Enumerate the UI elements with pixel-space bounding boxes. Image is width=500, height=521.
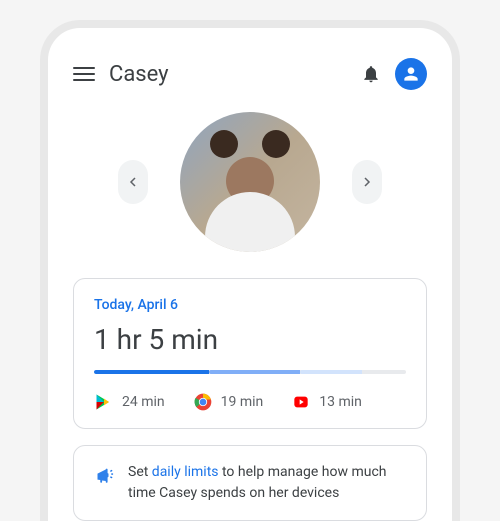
app-usage-chrome: 19 min [193,392,264,412]
total-usage-time: 1 hr 5 min [94,323,406,356]
app-usage-list: 24 min 19 min 13 min [94,392,406,412]
tip-prefix: Set [128,464,152,480]
account-avatar-icon[interactable] [395,58,427,90]
progress-segment-2 [209,370,299,374]
app-time-chrome: 19 min [221,394,264,410]
notifications-icon[interactable] [361,64,381,84]
next-child-button[interactable] [352,160,382,204]
chrome-icon [193,392,213,412]
menu-icon[interactable] [73,63,95,85]
profile-carousel [73,112,427,252]
youtube-icon [291,392,311,412]
prev-child-button[interactable] [118,160,148,204]
app-usage-youtube: 13 min [291,392,362,412]
page-title: Casey [109,62,347,87]
header: Casey [73,58,427,90]
screen-time-card[interactable]: Today, April 6 1 hr 5 min 24 min 19 min [73,278,427,429]
megaphone-icon [92,464,114,490]
app-usage-play: 24 min [94,392,165,412]
daily-limits-tip[interactable]: Set daily limits to help manage how much… [73,445,427,521]
play-store-icon [94,392,114,412]
progress-segment-3 [300,370,362,374]
progress-segment-1 [94,370,209,374]
app-time-youtube: 13 min [319,394,362,410]
usage-date: Today, April 6 [94,297,406,313]
child-photo[interactable] [180,112,320,252]
phone-frame: Casey Today, April 6 1 hr 5 min [40,20,460,521]
usage-progress-bar [94,370,406,374]
daily-limits-link[interactable]: daily limits [152,464,219,480]
tip-text: Set daily limits to help manage how much… [128,462,408,504]
app-time-play: 24 min [122,394,165,410]
